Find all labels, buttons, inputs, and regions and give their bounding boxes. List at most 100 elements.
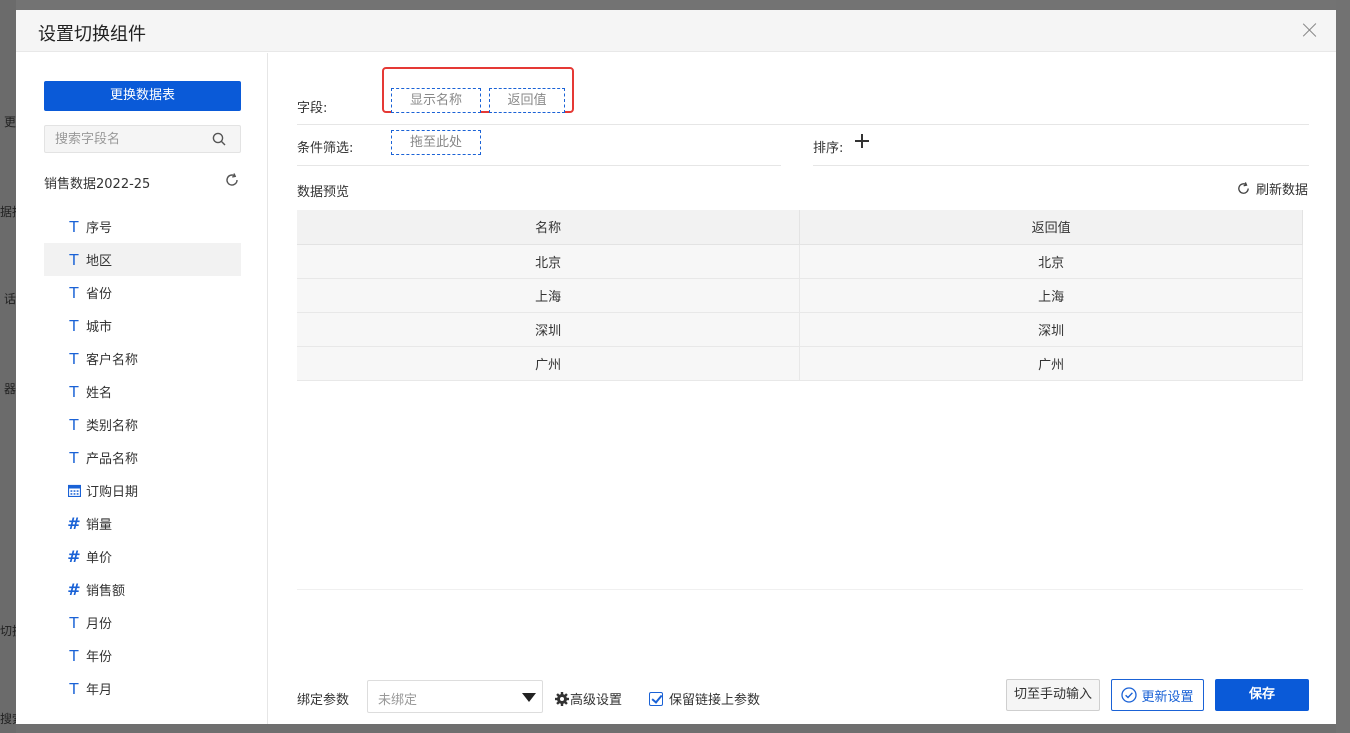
field-sidebar: 更换数据表 销售数据2022-25 T序号T地区T省份T城市T客户名称T姓名T类…: [16, 53, 268, 724]
background-app-left: 更 据播 话 器 切换 搜索: [0, 0, 16, 733]
gear-icon: [555, 691, 569, 706]
text-type-icon: T: [69, 217, 79, 236]
divider: [297, 165, 781, 166]
number-hash-icon: #: [67, 547, 81, 566]
dialog-header: 设置切换组件: [16, 10, 1336, 52]
refresh-icon: [1238, 182, 1249, 194]
background-text: 器: [3, 382, 16, 396]
field-item[interactable]: T 月份: [44, 606, 241, 639]
table-cell: 深圳: [297, 311, 801, 347]
column-header-return-value: 返回值: [799, 210, 1303, 245]
field-item[interactable]: T 类别名称: [44, 408, 241, 441]
field-item-label: 省份: [86, 287, 113, 302]
divider: [813, 165, 1309, 166]
switch-manual-input-button[interactable]: 切至手动输入: [1006, 679, 1100, 711]
field-item-label: 地区: [86, 254, 113, 269]
background-app-top: [16, 0, 1336, 10]
bind-param-label: 绑定参数: [297, 693, 350, 708]
display-name-chip[interactable]: 显示名称: [391, 88, 481, 113]
text-type-icon: T: [69, 349, 79, 368]
preview-label: 数据预览: [297, 185, 350, 200]
field-item-label: 年月: [86, 683, 113, 698]
calendar-icon: [66, 483, 82, 499]
text-type-icon: T: [69, 646, 79, 665]
field-item-label: 城市: [86, 320, 113, 335]
config-main: 字段: 显示名称 返回值 条件筛选: 拖至此处 排序: 数据预览 刷新数据 名称…: [269, 53, 1336, 724]
field-item-label: 销量: [86, 518, 113, 533]
field-item-label: 销售额: [86, 584, 126, 599]
advanced-settings-label: 高级设置: [570, 693, 623, 708]
sort-label: 排序:: [813, 141, 844, 156]
dialog-footer: 绑定参数 未绑定 高级设置 保留链接上参数 切至手动输入 更新设置 保存: [269, 677, 1336, 717]
text-type-icon: T: [69, 316, 79, 335]
data-preview-area: 名称 返回值 北京 北京 上海 上海 深圳 深圳 广州 广州: [297, 210, 1303, 590]
table-name: 销售数据2022-25: [44, 177, 151, 192]
table-cell: 深圳: [799, 311, 1303, 347]
field-item[interactable]: # 单价: [44, 540, 241, 573]
return-value-chip[interactable]: 返回值: [489, 88, 565, 113]
text-type-icon: T: [69, 250, 79, 269]
table-row: 上海 上海: [297, 277, 1303, 313]
switch-component-dialog: 设置切换组件 更换数据表 销售数据2022-25 T 序号 T 地区 T 省份 T 城市 T 客户…: [16, 10, 1336, 724]
field-search-box: [44, 125, 241, 153]
preview-table: 名称 返回值 北京 北京 上海 上海 深圳 深圳 广州 广州: [297, 210, 1303, 381]
field-item[interactable]: T 序号: [44, 210, 241, 243]
background-text: 据播: [0, 205, 16, 219]
field-item-label: 订购日期: [86, 485, 139, 500]
field-item-label: 月份: [86, 617, 113, 632]
field-item-label: 产品名称: [86, 452, 139, 467]
change-table-button[interactable]: 更换数据表: [44, 81, 241, 111]
field-item[interactable]: T 年月: [44, 672, 241, 705]
background-text: 切换: [0, 624, 16, 638]
table-header-row: 名称 返回值: [297, 210, 1303, 245]
text-type-icon: T: [69, 448, 79, 467]
filter-row-label: 条件筛选:: [297, 141, 354, 156]
refresh-icon[interactable]: [224, 172, 240, 188]
text-type-icon: T: [69, 679, 79, 698]
field-item[interactable]: T 省份: [44, 276, 241, 309]
field-item-label: 单价: [86, 551, 113, 566]
table-cell: 上海: [297, 277, 801, 313]
add-sort-plus-icon[interactable]: [855, 134, 869, 148]
field-item[interactable]: # 销量: [44, 507, 241, 540]
keep-link-params-checkbox[interactable]: [649, 691, 663, 706]
text-type-icon: T: [69, 415, 79, 434]
background-text: 更: [3, 115, 16, 129]
advanced-settings-button[interactable]: 高级设置: [555, 689, 622, 708]
field-item[interactable]: T 客户名称: [44, 342, 241, 375]
check-circle-icon: [1121, 687, 1138, 703]
table-row: 深圳 深圳: [297, 311, 1303, 347]
text-type-icon: T: [69, 613, 79, 632]
field-item-label: 年份: [86, 650, 113, 665]
save-button[interactable]: 保存: [1215, 679, 1309, 711]
field-item[interactable]: T 地区: [44, 243, 241, 276]
field-item[interactable]: T 产品名称: [44, 441, 241, 474]
table-cell: 上海: [799, 277, 1303, 313]
background-text: 话: [3, 292, 16, 306]
field-item[interactable]: # 销售额: [44, 573, 241, 606]
keep-link-params-label: 保留链接上参数: [669, 693, 761, 708]
filter-drop-zone[interactable]: 拖至此处: [391, 130, 481, 155]
field-item[interactable]: 订购日期: [44, 474, 241, 507]
text-type-icon: T: [69, 382, 79, 401]
field-item-label: 客户名称: [86, 353, 139, 368]
number-hash-icon: #: [67, 580, 81, 599]
refresh-data-button[interactable]: 刷新数据: [1236, 179, 1308, 198]
field-list: T 序号 T 地区 T 省份 T 城市 T 客户名称 T 姓名 T 类别名称 T 产品名称 订购日期 # 销量 # 单价…: [44, 210, 241, 705]
table-cell: 广州: [799, 345, 1303, 381]
bind-param-select[interactable]: 未绑定: [367, 680, 543, 713]
field-item-label: 姓名: [86, 386, 113, 401]
field-search-input[interactable]: [45, 126, 205, 152]
update-settings-button[interactable]: 更新设置: [1111, 679, 1204, 711]
bind-param-value: 未绑定: [378, 693, 418, 708]
close-icon[interactable]: [1302, 22, 1318, 38]
field-item[interactable]: T 城市: [44, 309, 241, 342]
table-row: 广州 广州: [297, 345, 1303, 381]
field-item[interactable]: T 年份: [44, 639, 241, 672]
update-settings-label: 更新设置: [1141, 689, 1194, 705]
keep-link-params-option[interactable]: 保留链接上参数: [649, 689, 760, 708]
refresh-data-label: 刷新数据: [1255, 183, 1308, 198]
search-icon[interactable]: [212, 132, 226, 146]
field-item[interactable]: T 姓名: [44, 375, 241, 408]
divider: [297, 124, 1309, 125]
